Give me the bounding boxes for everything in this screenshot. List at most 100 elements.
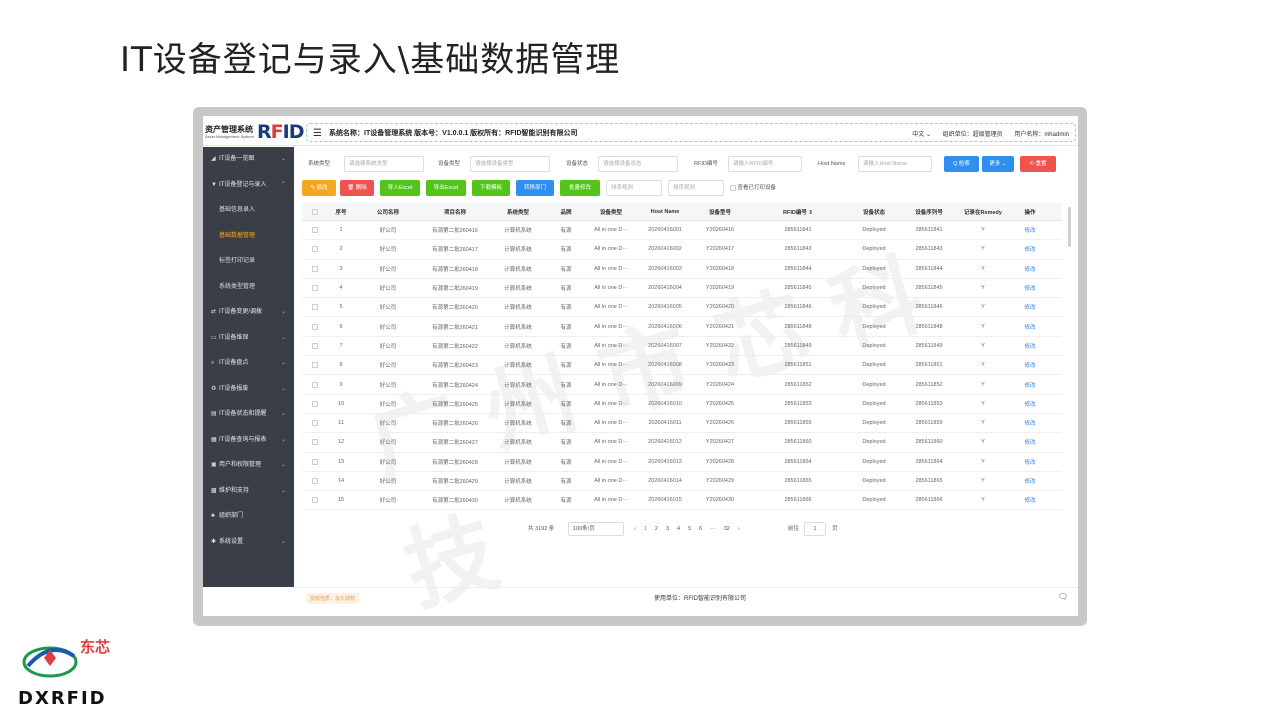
checkbox-cell xyxy=(302,395,328,413)
download-template-button[interactable]: 下载模板 xyxy=(472,180,510,196)
row-checkbox[interactable] xyxy=(312,285,318,292)
row-edit-link[interactable]: 修改 xyxy=(1008,279,1052,297)
row-edit-link[interactable]: 修改 xyxy=(1008,491,1052,509)
sidebar-item-0[interactable]: ◢ IT设备一览图 ⌄ xyxy=(203,147,294,173)
export-excel-button[interactable]: 导出Excel xyxy=(426,180,466,196)
page-number[interactable]: › xyxy=(738,526,740,532)
page-number[interactable]: 3 xyxy=(666,526,669,532)
row-checkbox[interactable] xyxy=(312,208,318,215)
table-cell: 有源第二批260422 xyxy=(432,343,478,350)
chevron-icon: ⌄ xyxy=(280,385,286,392)
row-checkbox[interactable] xyxy=(312,420,318,427)
row-checkbox[interactable] xyxy=(312,381,318,388)
row-checkbox[interactable] xyxy=(312,265,318,272)
sidebar-item-13[interactable]: ▩ 维护和支持 ⌄ xyxy=(203,479,294,505)
page-number[interactable]: 6 xyxy=(699,526,702,532)
row-edit-link[interactable]: 修改 xyxy=(1008,260,1052,278)
row-edit-link[interactable]: 修改 xyxy=(1008,298,1052,316)
message-icon[interactable]: 🗨 xyxy=(1058,592,1068,601)
page-number[interactable]: 5 xyxy=(688,526,691,532)
hostname-input[interactable]: 请输入Host Name xyxy=(858,156,932,172)
row-checkbox[interactable] xyxy=(312,400,318,407)
sidebar-item-6[interactable]: ⇄ IT设备变更/调拨 ⌄ xyxy=(203,300,294,326)
table-cell: 计算机系统 xyxy=(504,324,532,331)
table-cell: 9 xyxy=(339,381,343,388)
row-checkbox[interactable] xyxy=(312,362,318,369)
sort-select-1[interactable]: 排序规则 xyxy=(606,180,662,196)
table-cell: Y xyxy=(981,439,985,446)
table-cell: 285611844 xyxy=(915,265,943,272)
import-excel-button[interactable]: 导入Excel xyxy=(380,180,420,196)
table-row: 11 好公司 有源第二批260426 计算机系统 有源 All in one D··· 20… xyxy=(302,414,1062,434)
sidebar-item-3[interactable]: 基础数据管理 xyxy=(203,224,294,250)
language-select[interactable]: 中文 ⌄ xyxy=(902,132,931,138)
sidebar-item-label: 维护和支持 xyxy=(219,487,250,494)
row-checkbox[interactable] xyxy=(312,304,318,311)
page-number[interactable]: 1 xyxy=(644,526,647,532)
delete-button[interactable]: 🗑 删除 xyxy=(340,180,374,196)
row-checkbox[interactable] xyxy=(312,342,318,349)
row-edit-link[interactable]: 修改 xyxy=(1008,356,1052,374)
row-edit-link[interactable]: 修改 xyxy=(1008,414,1052,432)
device-status-select[interactable]: 请选择设备状态 xyxy=(598,156,678,172)
sidebar-item-4[interactable]: 标签打印记录 xyxy=(203,249,294,275)
row-edit-link[interactable]: 修改 xyxy=(1008,375,1052,393)
table-cell: 好公司 xyxy=(379,324,397,331)
sidebar-item-10[interactable]: ▤ IT设备状态和提醒 ⌄ xyxy=(203,402,294,428)
row-edit-link[interactable]: 修改 xyxy=(1008,433,1052,451)
sidebar-item-12[interactable]: ▣ 用户和权限管理 ⌄ xyxy=(203,453,294,479)
sidebar-item-14[interactable]: ♣ 组织部门 xyxy=(203,504,294,530)
row-edit-link[interactable]: 修改 xyxy=(1008,395,1052,413)
table-cell: All in one D··· xyxy=(594,227,628,234)
search-button[interactable]: Q 检索 xyxy=(944,156,979,172)
sidebar-item-11[interactable]: ▦ IT设备查询与报表 ⌄ xyxy=(203,428,294,454)
edit-button[interactable]: ✎ 修改 xyxy=(302,180,336,196)
row-checkbox[interactable] xyxy=(312,478,318,484)
page-number[interactable]: 2 xyxy=(655,526,658,532)
page-number[interactable]: 4 xyxy=(677,526,680,532)
row-checkbox[interactable] xyxy=(312,246,318,253)
table-cell: All in one D··· xyxy=(594,400,628,407)
device-type-select[interactable]: 请选择设备类型 xyxy=(470,156,550,172)
transfer-dept-button[interactable]: 转移部门 xyxy=(516,180,554,196)
view-printed-checkbox[interactable] xyxy=(730,184,736,191)
sidebar-item-2[interactable]: 基础信息录入 xyxy=(203,198,294,224)
row-checkbox[interactable] xyxy=(312,323,318,330)
page-number[interactable]: 32 xyxy=(724,526,730,532)
page-size-select[interactable]: 100条/页 xyxy=(568,522,624,536)
row-checkbox[interactable] xyxy=(312,458,318,465)
sidebar-item-9[interactable]: ♻ IT设备报废 ⌄ xyxy=(203,377,294,403)
table-cell: 285611846 xyxy=(784,304,812,311)
system-type-select[interactable]: 请选择系统类型 xyxy=(344,156,424,172)
reset-button[interactable]: ⟲ 重置 xyxy=(1020,156,1056,172)
page-number[interactable]: ··· xyxy=(710,526,716,532)
table-cell: Y xyxy=(981,265,985,272)
table-cell: 有源 xyxy=(560,266,572,273)
sidebar-item-1[interactable]: ▼ IT设备登记与录入 ⌃ xyxy=(203,173,294,199)
row-edit-link[interactable]: 修改 xyxy=(1008,221,1052,239)
row-checkbox[interactable] xyxy=(312,227,318,234)
row-checkbox[interactable] xyxy=(312,439,318,446)
batch-edit-button[interactable]: 批量修改 xyxy=(560,180,600,196)
row-checkbox[interactable] xyxy=(312,497,318,504)
row-edit-link[interactable]: 修改 xyxy=(1008,453,1052,471)
row-edit-link[interactable]: 修改 xyxy=(1008,240,1052,258)
more-button[interactable]: 更多 ⌄ xyxy=(982,156,1014,172)
goto-input[interactable]: 1 xyxy=(804,522,826,536)
rfid-input[interactable]: 请输入RFID编号 xyxy=(728,156,802,172)
page-number[interactable]: ‹ xyxy=(634,526,636,532)
app-window: 资产管理系统 Asset Management System RFID ☰ 系统… xyxy=(203,116,1078,616)
sidebar-item-8[interactable]: ⌕ IT设备盘点 ⌄ xyxy=(203,351,294,377)
sidebar-item-15[interactable]: ✱ 系统设置 ⌄ xyxy=(203,530,294,556)
sidebar: ◢ IT设备一览图 ⌄ ▼ IT设备登记与录入 ⌃ 基础信息录入 基础数据管理 标签打印记录 系统… xyxy=(203,147,294,587)
sidebar-item-5[interactable]: 系统类型管理 xyxy=(203,275,294,301)
row-edit-link[interactable]: 修改 xyxy=(1008,317,1052,335)
sidebar-item-label: 用户和权限管理 xyxy=(219,462,262,468)
row-edit-link[interactable]: 修改 xyxy=(1008,472,1052,490)
sidebar-item-7[interactable]: ▭ IT设备维保 ⌄ xyxy=(203,326,294,352)
table-scrollbar[interactable] xyxy=(1068,207,1071,247)
row-edit-link[interactable]: 修改 xyxy=(1008,337,1052,355)
table-header: 序号 公司名称 项目名称 系统类型 品牌 设备类型 Host Name 设备型号 RFID编号 … xyxy=(302,203,1062,221)
menu-toggle-icon[interactable]: ☰ xyxy=(313,128,322,139)
sort-select-2[interactable]: 排序规则 xyxy=(668,180,724,196)
